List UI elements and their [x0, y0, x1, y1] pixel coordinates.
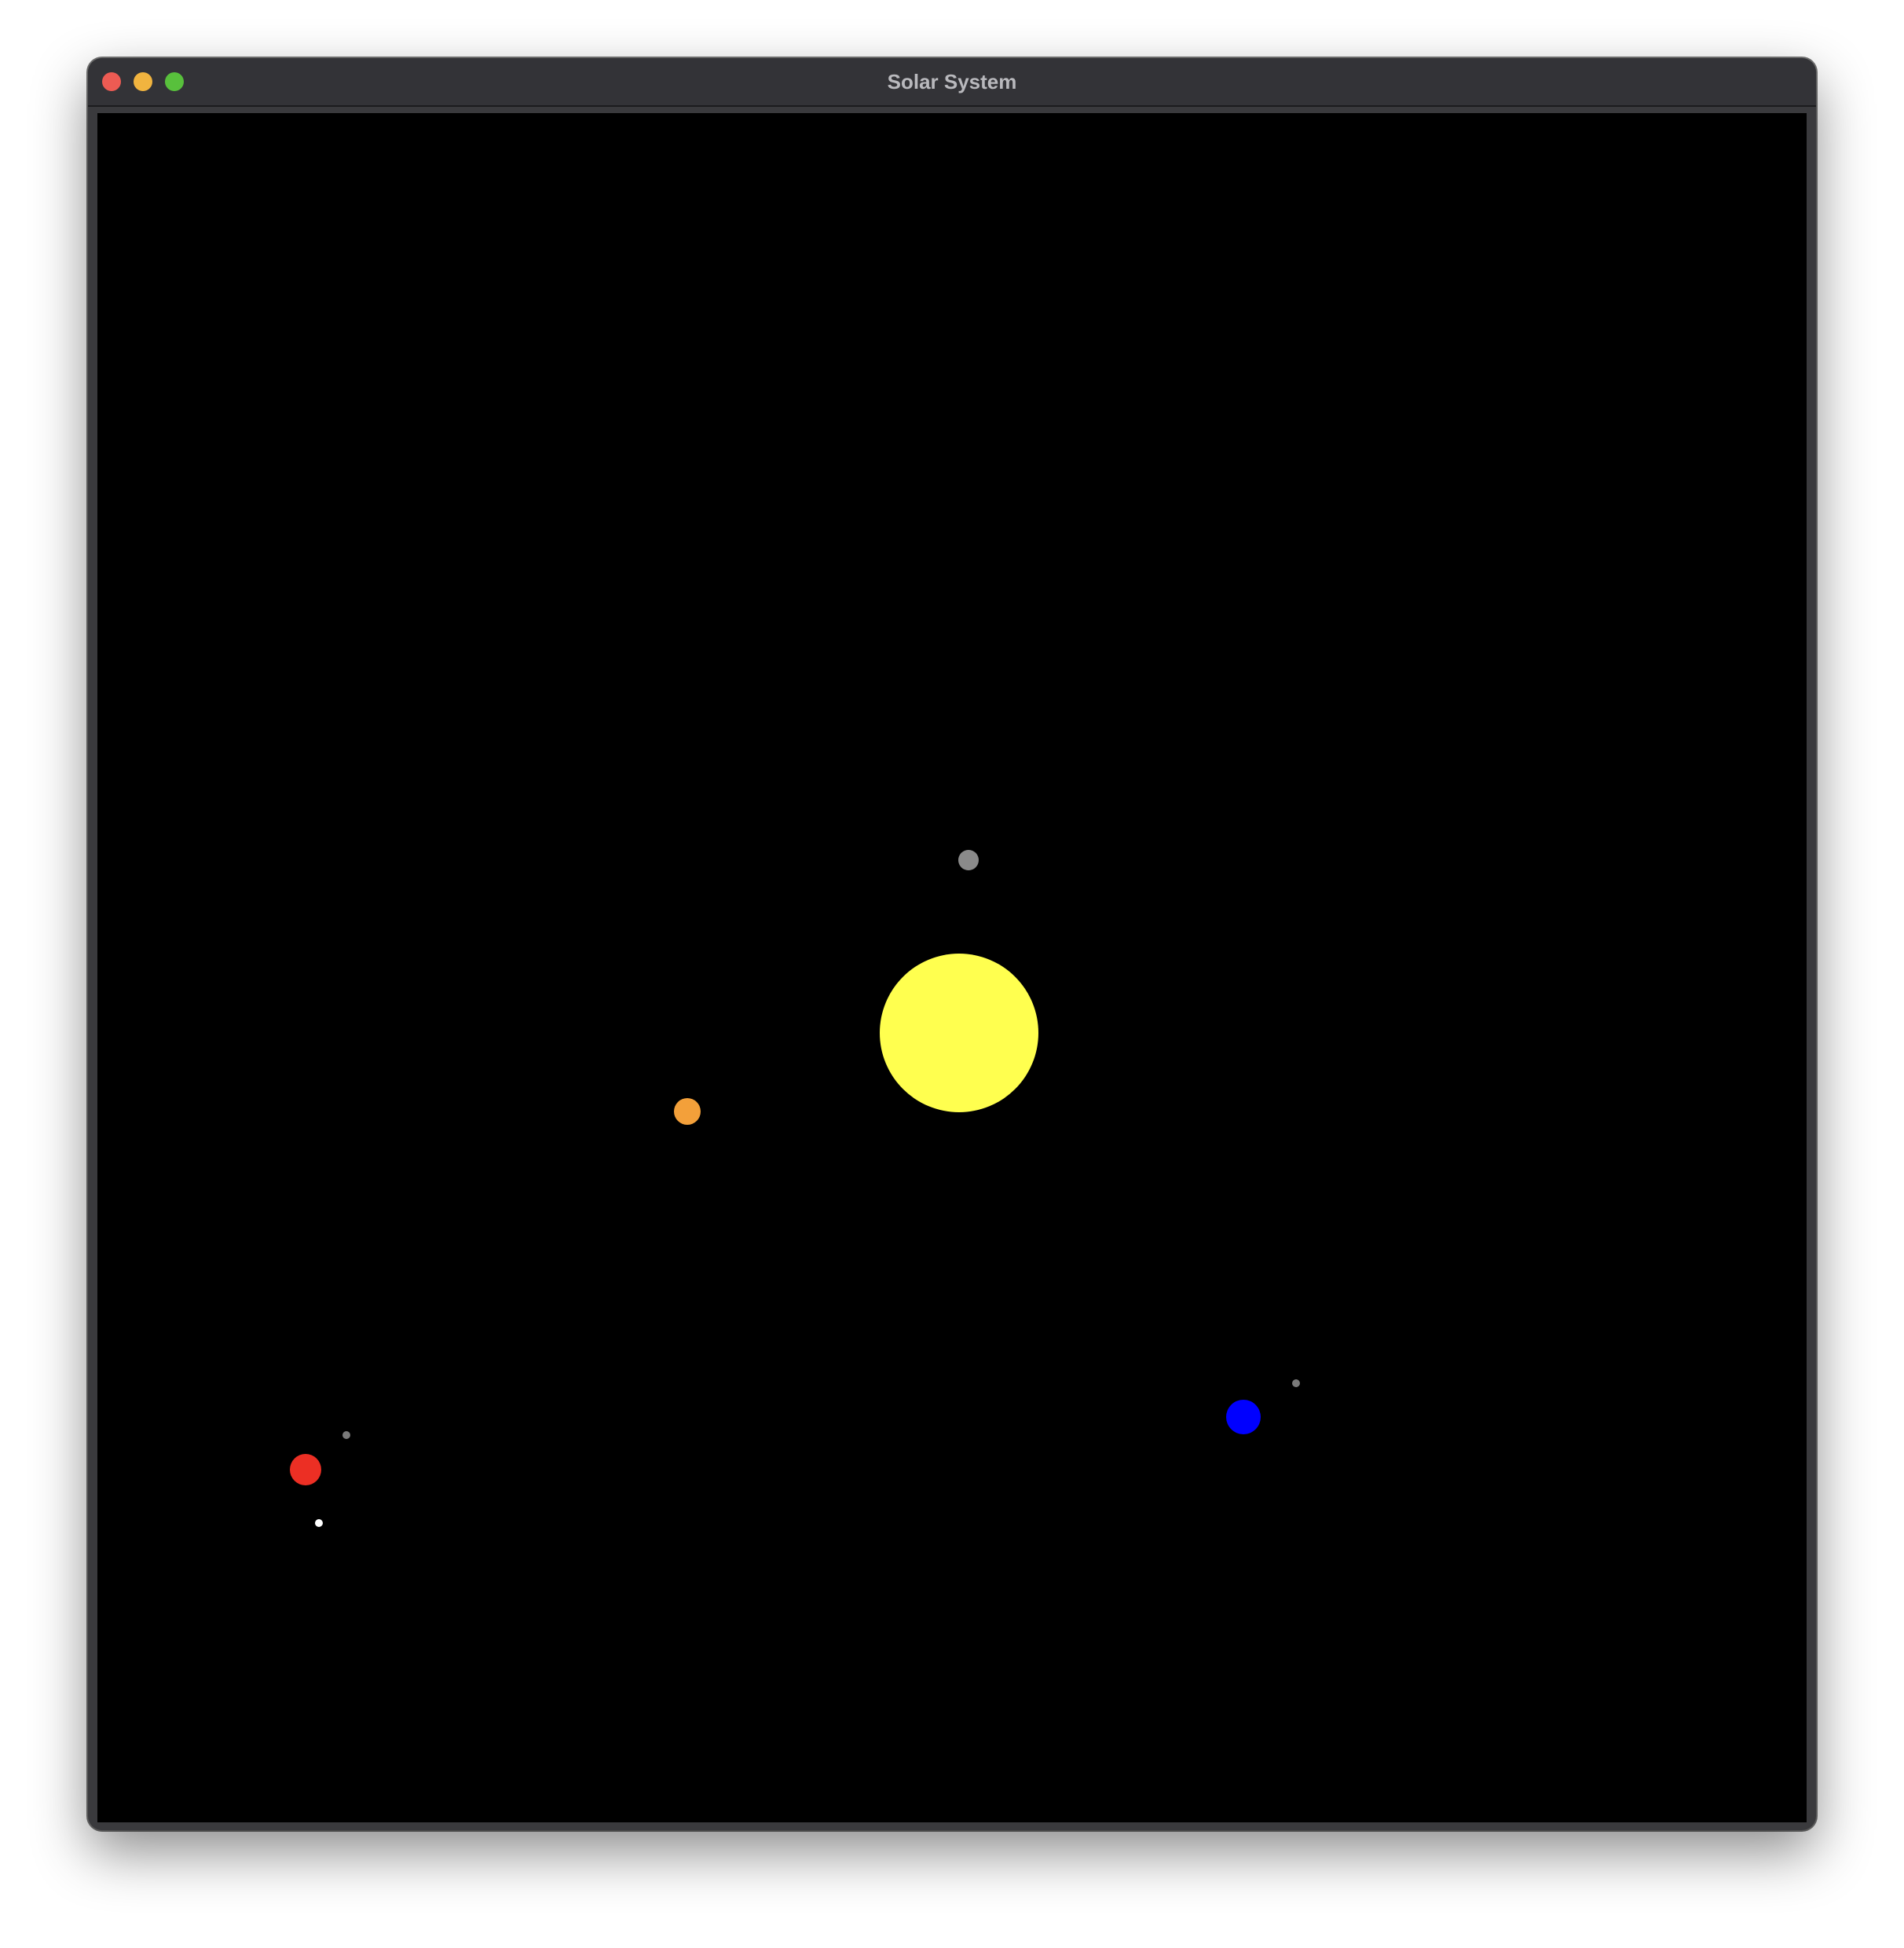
earth-moon [1292, 1379, 1300, 1387]
venus-planet [674, 1098, 701, 1125]
app-window: Solar System [88, 58, 1816, 1830]
mercury-planet [958, 850, 979, 870]
simulation-canvas [97, 113, 1807, 1822]
mars-planet [290, 1454, 321, 1485]
title-bar[interactable]: Solar System [88, 58, 1816, 107]
sun [880, 954, 1038, 1112]
earth-planet [1226, 1400, 1261, 1434]
mars-moon-grey [342, 1431, 350, 1439]
window-title: Solar System [887, 70, 1017, 93]
mars-moon-white [315, 1519, 323, 1527]
